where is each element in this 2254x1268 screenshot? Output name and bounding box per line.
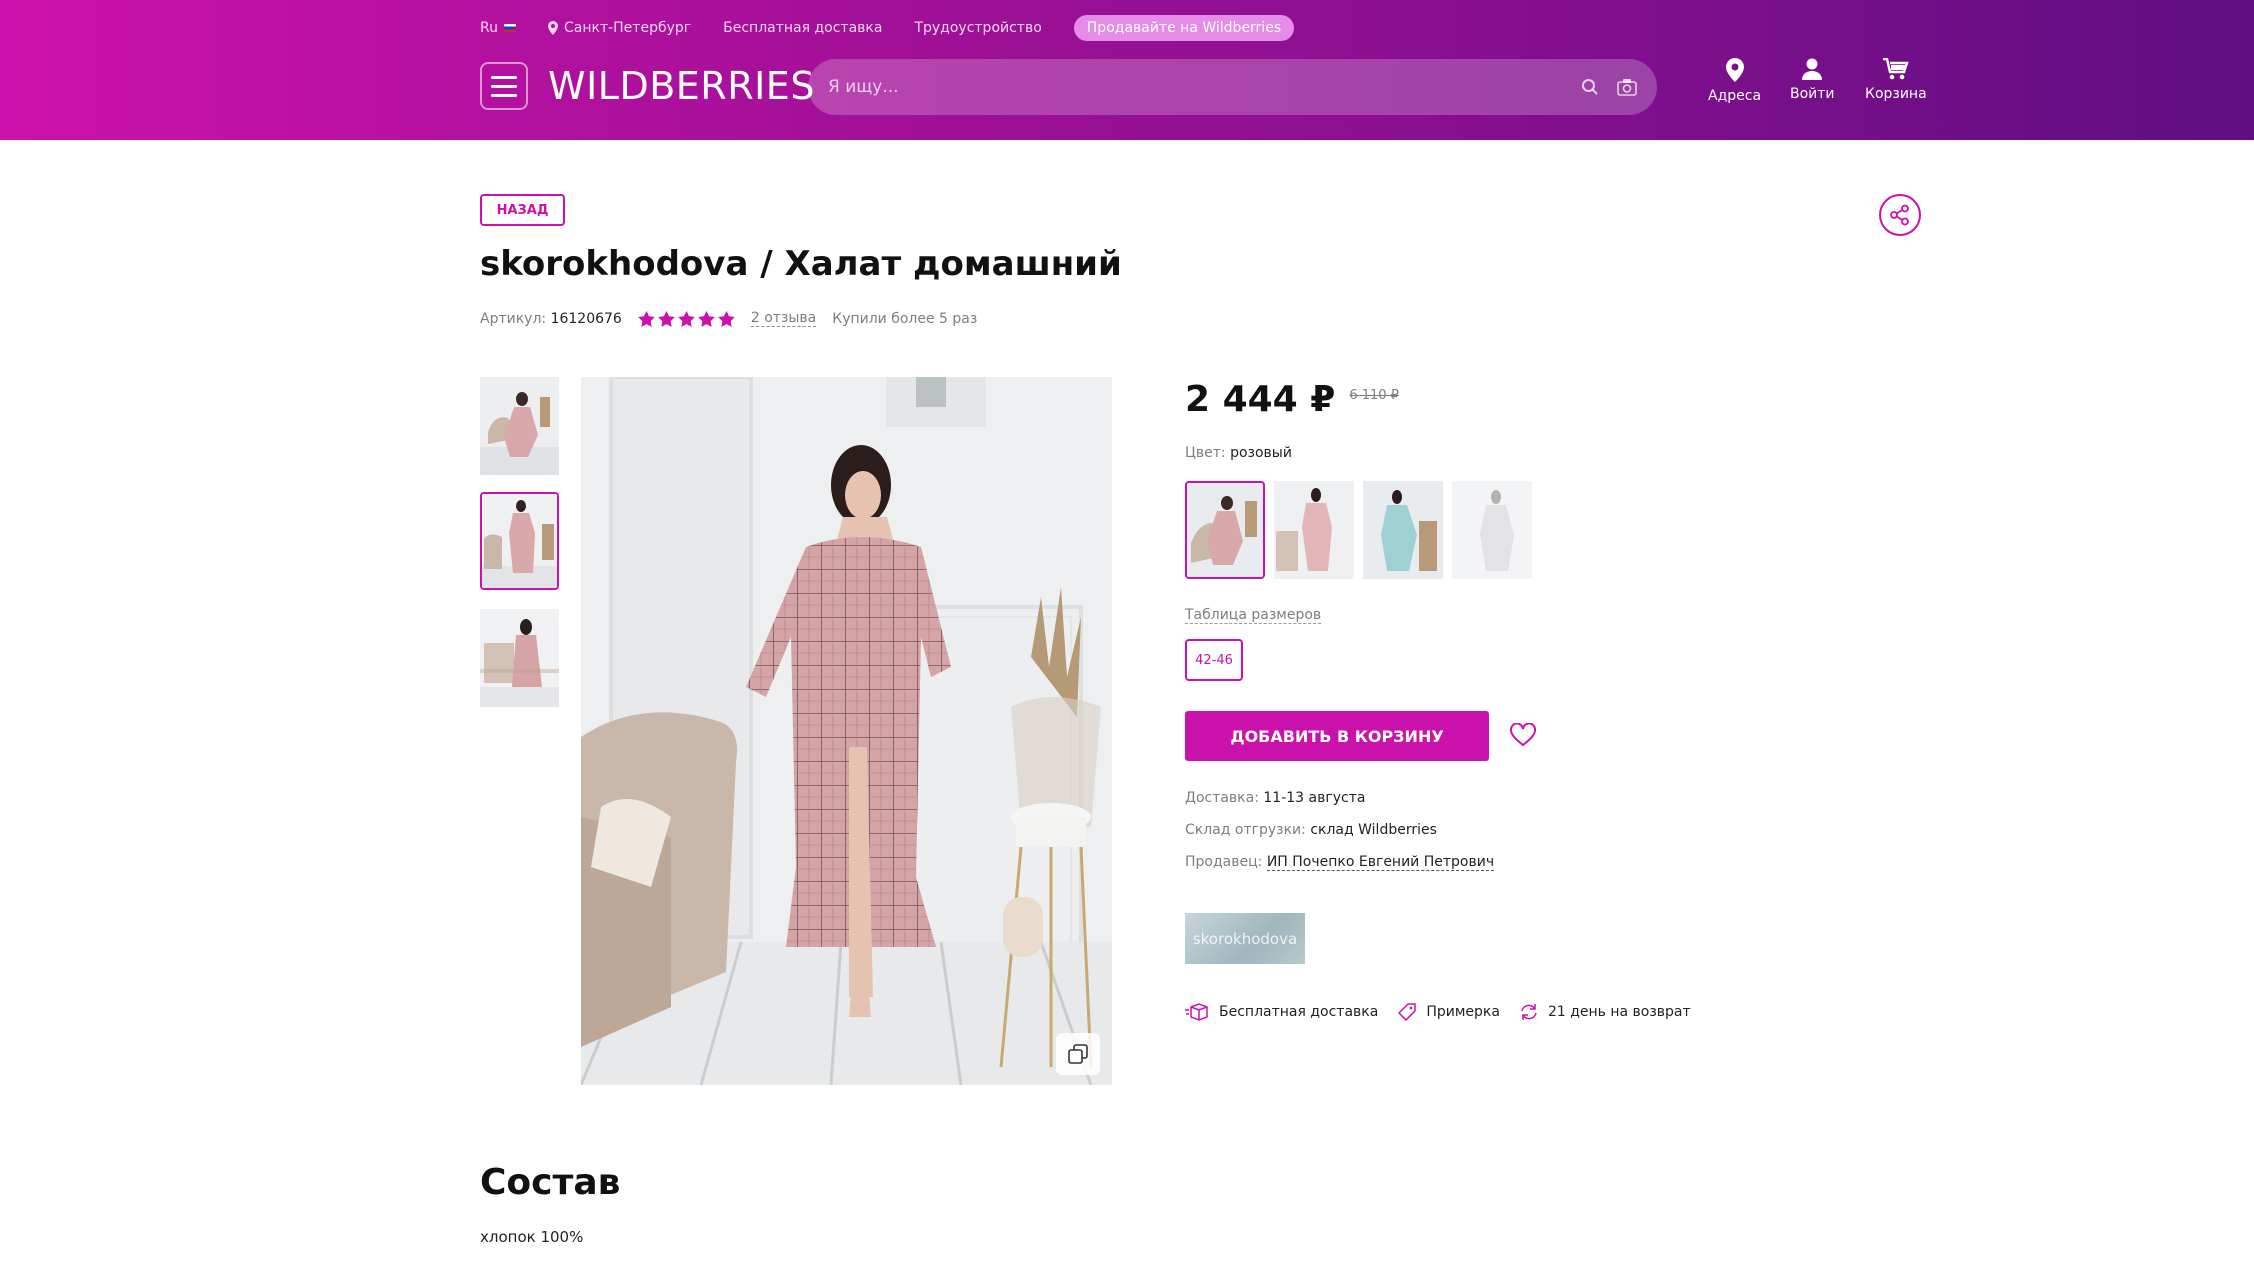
city-label: Санкт-Петербург	[563, 20, 692, 36]
warehouse-value: склад Wildberries	[1310, 822, 1437, 838]
color-swatch-white[interactable]	[1452, 481, 1532, 579]
color-swatch-pink[interactable]	[1274, 481, 1354, 579]
seller-link[interactable]: ИП Почепко Евгений Петрович	[1266, 854, 1495, 871]
search-icon[interactable]	[1581, 78, 1599, 96]
tag-icon	[1398, 1003, 1417, 1021]
copy-icon	[1068, 1044, 1088, 1064]
product-photo	[581, 377, 1112, 1085]
share-button[interactable]	[1879, 194, 1921, 236]
rating-stars	[637, 310, 735, 327]
thumbnail-image	[480, 377, 559, 475]
brand-logo[interactable]: skorokhodova	[1185, 913, 1305, 964]
star-icon	[717, 310, 735, 327]
feature-fitting: Примерка	[1398, 1003, 1500, 1021]
site-header: Ru Санкт-Петербург Бесплатная доставка Т…	[0, 0, 2254, 140]
free-delivery-link[interactable]: Бесплатная доставка	[723, 20, 882, 36]
delivery-info: Доставка: 11-13 августа	[1185, 790, 1365, 806]
cart-label: Корзина	[1865, 86, 1927, 102]
price-block: 2 444 ₽ 6 110 ₽	[1185, 379, 1399, 420]
delivery-label: Доставка:	[1185, 790, 1259, 806]
delivery-date: 11-13 августа	[1263, 790, 1366, 806]
swatch-image	[1274, 481, 1354, 579]
seller-label: Продавец:	[1185, 854, 1263, 870]
color-info: Цвет: розовый	[1185, 445, 1292, 461]
warehouse-label: Склад отгрузки:	[1185, 822, 1306, 838]
swatch-image	[1452, 481, 1532, 579]
login-label: Войти	[1790, 86, 1835, 102]
reviews-link[interactable]: 2 отзыва	[750, 310, 817, 327]
composition-title: Состав	[480, 1162, 621, 1203]
feature-return: 21 день на возврат	[1520, 1003, 1691, 1021]
feature-label: Примерка	[1426, 1004, 1500, 1020]
color-swatch-blue[interactable]	[1363, 481, 1443, 579]
color-value: розовый	[1230, 445, 1292, 461]
user-icon	[1802, 58, 1823, 80]
seller-info: Продавец: ИП Почепко Евгений Петрович	[1185, 854, 1495, 871]
menu-line	[491, 84, 517, 88]
fullscreen-button[interactable]	[1056, 1033, 1100, 1075]
product-meta: Артикул: 16120676 2 отзыва Купили более …	[480, 310, 977, 327]
location-pin-icon	[1725, 58, 1744, 82]
addresses-label: Адреса	[1708, 88, 1762, 104]
top-bar: Ru Санкт-Петербург Бесплатная доставка Т…	[480, 14, 1295, 42]
current-price: 2 444 ₽	[1185, 379, 1336, 420]
swatch-image	[1187, 483, 1263, 577]
star-icon	[677, 310, 695, 327]
star-icon	[637, 310, 655, 327]
language-selector[interactable]: Ru	[480, 20, 516, 36]
favorite-button[interactable]	[1510, 722, 1536, 749]
language-label: Ru	[480, 20, 498, 36]
composition-text: хлопок 100%	[480, 1228, 584, 1246]
color-swatch-pink-selected[interactable]	[1185, 481, 1265, 579]
refresh-icon	[1521, 1004, 1537, 1020]
sell-on-wildberries-button[interactable]: Продавайте на Wildberries	[1073, 15, 1295, 41]
feature-label: 21 день на возврат	[1547, 1004, 1691, 1020]
star-icon	[697, 310, 715, 327]
product-thumbnail[interactable]	[480, 609, 559, 707]
feature-label: Бесплатная доставка	[1219, 1004, 1379, 1020]
search-bar[interactable]: Я ищу...	[808, 59, 1657, 115]
old-price: 6 110 ₽	[1349, 388, 1399, 403]
color-label: Цвет:	[1185, 445, 1226, 461]
jobs-link[interactable]: Трудоустройство	[914, 20, 1041, 36]
article-info: Артикул: 16120676	[480, 311, 622, 327]
article-label: Артикул:	[480, 310, 547, 327]
back-button[interactable]: НАЗАД	[480, 194, 565, 226]
size-table-link[interactable]: Таблица размеров	[1185, 607, 1322, 624]
product-features: Бесплатная доставка Примерка 21 день на …	[1185, 1003, 1691, 1021]
russia-flag-icon	[503, 24, 516, 32]
heart-icon	[1510, 722, 1536, 747]
login-button[interactable]: Войти	[1790, 58, 1835, 102]
box-icon	[1185, 1003, 1208, 1021]
menu-line	[491, 93, 517, 97]
product-thumbnail-selected[interactable]	[480, 492, 559, 590]
feature-free-delivery: Бесплатная доставка	[1185, 1003, 1378, 1021]
bought-count: Купили более 5 раз	[832, 310, 978, 327]
share-icon	[1890, 204, 1909, 226]
star-icon	[657, 310, 675, 327]
location-pin-icon	[547, 21, 558, 35]
thumbnail-image	[482, 494, 557, 588]
cart-button[interactable]: Корзина	[1865, 58, 1927, 102]
main-product-image[interactable]	[581, 377, 1112, 1085]
cart-icon	[1882, 58, 1909, 80]
article-number: 16120676	[550, 310, 622, 327]
search-input[interactable]: Я ищу...	[828, 77, 1581, 97]
menu-button[interactable]	[480, 62, 528, 110]
wildberries-logo[interactable]: WILDBERRIES	[548, 62, 815, 110]
product-thumbnail[interactable]	[480, 377, 559, 475]
product-title: skorokhodova / Халат домашний	[480, 244, 1122, 284]
menu-line	[491, 75, 517, 79]
city-selector[interactable]: Санкт-Петербург	[547, 20, 692, 36]
thumbnail-image	[480, 609, 559, 707]
swatch-image	[1363, 481, 1443, 579]
warehouse-info: Склад отгрузки: склад Wildberries	[1185, 822, 1437, 838]
camera-icon[interactable]	[1617, 78, 1637, 96]
add-to-cart-button[interactable]: ДОБАВИТЬ В КОРЗИНУ	[1185, 711, 1489, 761]
addresses-button[interactable]: Адреса	[1708, 58, 1761, 104]
size-option[interactable]: 42-46	[1185, 639, 1243, 681]
